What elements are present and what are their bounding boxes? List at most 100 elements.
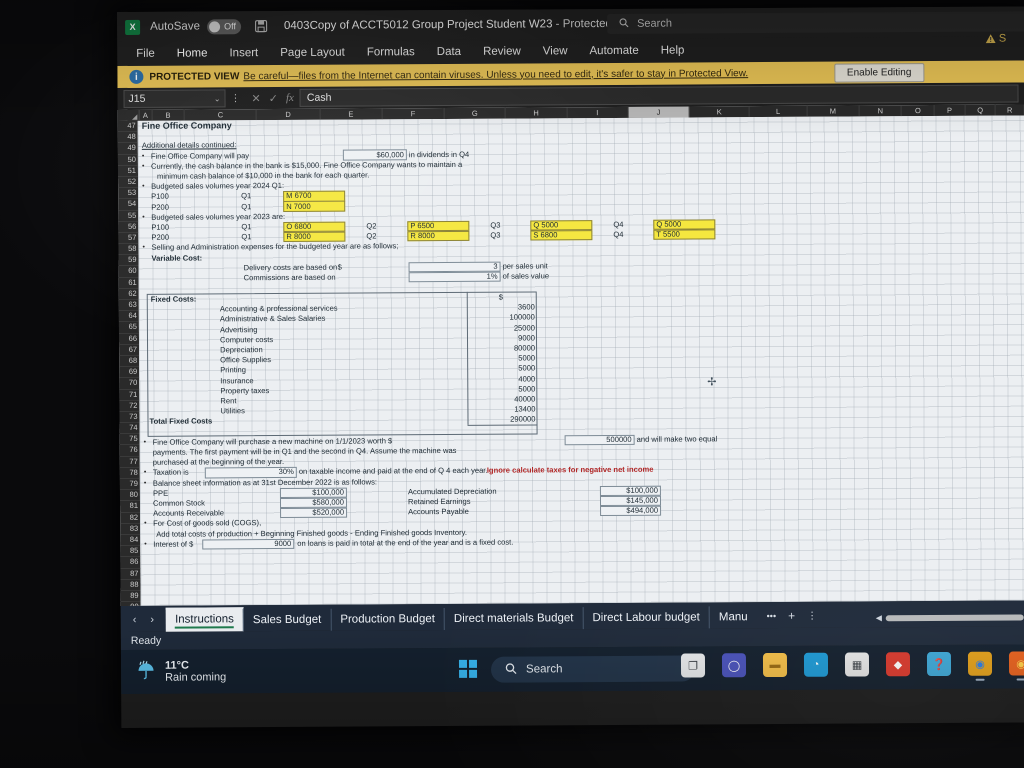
- enable-editing-button[interactable]: Enable Editing: [833, 63, 925, 83]
- ribbon-tab-help[interactable]: Help: [650, 38, 696, 62]
- row-header-75[interactable]: 75: [119, 434, 140, 446]
- column-header-A[interactable]: A: [139, 109, 153, 121]
- column-header-J[interactable]: J: [628, 106, 690, 118]
- file-explorer-icon[interactable]: ▬: [762, 652, 788, 678]
- ribbon-tab-data[interactable]: Data: [426, 40, 472, 64]
- column-header-R[interactable]: R: [995, 104, 1024, 116]
- sheet-prev-icon[interactable]: ‹: [133, 614, 137, 626]
- row-header-70[interactable]: 70: [119, 378, 140, 390]
- column-header-I[interactable]: I: [567, 106, 629, 119]
- row-header-85[interactable]: 85: [120, 545, 141, 558]
- row-header-74[interactable]: 74: [119, 422, 140, 435]
- scrollbar-thumb[interactable]: [885, 613, 1024, 621]
- row-header-82[interactable]: 82: [120, 512, 141, 524]
- confirm-icon[interactable]: ✓: [269, 92, 278, 105]
- sheet-tab-production-budget[interactable]: Production Budget: [331, 608, 445, 631]
- column-header-Q[interactable]: Q: [965, 104, 996, 116]
- name-box[interactable]: J15 ⌄: [123, 89, 226, 108]
- row-header-65[interactable]: 65: [118, 322, 139, 334]
- horizontal-scrollbar[interactable]: ◀: [876, 613, 1024, 622]
- formula-bar-kebab-icon[interactable]: ⋮: [230, 93, 240, 104]
- task-view-icon[interactable]: ❐: [680, 653, 706, 678]
- column-header-F[interactable]: F: [382, 108, 445, 120]
- ribbon-tab-home[interactable]: Home: [166, 41, 219, 65]
- row-header-48[interactable]: 48: [117, 132, 138, 144]
- sheet-tab-sales-budget[interactable]: Sales Budget: [243, 608, 332, 632]
- row-header-51[interactable]: 51: [117, 165, 139, 177]
- row-header-62[interactable]: 62: [118, 288, 139, 300]
- sheet-tab-more-icon[interactable]: ⋮: [807, 610, 817, 621]
- row-header-55[interactable]: 55: [118, 210, 139, 222]
- weather-widget[interactable]: 11°C Rain coming: [135, 658, 226, 686]
- sheet-tab-instructions[interactable]: Instructions: [165, 607, 244, 632]
- ribbon-tab-review[interactable]: Review: [472, 39, 532, 63]
- ribbon-tab-page-layout[interactable]: Page Layout: [269, 41, 356, 66]
- column-header-K[interactable]: K: [689, 106, 750, 118]
- firefox-icon[interactable]: ◉: [1008, 651, 1024, 681]
- column-header-H[interactable]: H: [505, 107, 568, 119]
- row-header-50[interactable]: 50: [117, 154, 138, 166]
- column-header-L[interactable]: L: [749, 105, 808, 118]
- autosave-toggle[interactable]: Off: [206, 18, 242, 34]
- row-header-88[interactable]: 88: [120, 579, 141, 591]
- row-header-83[interactable]: 83: [120, 523, 141, 535]
- column-header-O[interactable]: O: [902, 105, 935, 117]
- cancel-icon[interactable]: ✕: [251, 92, 260, 105]
- row-header-66[interactable]: 66: [118, 333, 140, 345]
- column-header-M[interactable]: M: [807, 105, 860, 117]
- row-header-68[interactable]: 68: [119, 355, 140, 368]
- column-header-N[interactable]: N: [859, 105, 903, 117]
- warning-triangle-icon[interactable]: S: [985, 33, 1006, 45]
- row-header-63[interactable]: 63: [118, 299, 139, 312]
- row-header-56[interactable]: 56: [118, 221, 139, 233]
- column-header-E[interactable]: E: [320, 108, 383, 120]
- row-header-53[interactable]: 53: [118, 187, 139, 200]
- ribbon-tab-insert[interactable]: Insert: [218, 41, 269, 65]
- ribbon-search-input[interactable]: Search: [607, 11, 1024, 35]
- row-header-47[interactable]: 47: [117, 120, 138, 133]
- row-header-77[interactable]: 77: [119, 456, 140, 468]
- row-header-57[interactable]: 57: [118, 232, 139, 245]
- ribbon-tab-formulas[interactable]: Formulas: [356, 40, 426, 64]
- column-header-B[interactable]: B: [152, 109, 185, 121]
- sheet-tab-manu[interactable]: Manu: [710, 606, 757, 628]
- row-header-71[interactable]: 71: [119, 389, 140, 401]
- row-header-89[interactable]: 89: [120, 590, 141, 603]
- select-all-corner[interactable]: ◢: [117, 109, 140, 121]
- row-header-54[interactable]: 54: [118, 199, 139, 211]
- row-header-61[interactable]: 61: [118, 277, 139, 289]
- scroll-left-icon[interactable]: ◀: [876, 613, 882, 622]
- row-header-64[interactable]: 64: [118, 311, 139, 323]
- sheet-tab-direct-materials-budget[interactable]: Direct materials Budget: [444, 607, 584, 631]
- store-icon[interactable]: ▦: [844, 652, 870, 677]
- row-header-81[interactable]: 81: [119, 501, 141, 513]
- add-sheet-button[interactable]: +: [788, 609, 795, 623]
- row-header-52[interactable]: 52: [118, 176, 139, 189]
- row-header-76[interactable]: 76: [119, 445, 140, 457]
- insert-function-icon[interactable]: fx: [286, 92, 294, 104]
- save-icon[interactable]: [254, 19, 268, 33]
- help-globe-icon[interactable]: ❓: [926, 651, 952, 677]
- column-header-D[interactable]: D: [256, 108, 321, 121]
- ribbon-tab-automate[interactable]: Automate: [578, 39, 649, 63]
- column-header-G[interactable]: G: [444, 107, 506, 120]
- sheet-tab-overflow-icon[interactable]: •••: [767, 611, 777, 621]
- row-header-59[interactable]: 59: [118, 255, 139, 267]
- teams-icon[interactable]: ◯: [721, 653, 747, 678]
- row-header-86[interactable]: 86: [120, 557, 141, 569]
- chrome-icon[interactable]: ◉: [967, 651, 993, 681]
- ribbon-tab-file[interactable]: File: [125, 42, 166, 66]
- document-title[interactable]: 0403Copy of ACCT5012 Group Project Stude…: [284, 18, 622, 32]
- windows-start-icon[interactable]: [458, 659, 478, 678]
- formula-input[interactable]: Cash: [299, 84, 1019, 107]
- sheet-tab-direct-labour-budget[interactable]: Direct Labour budget: [583, 606, 710, 630]
- row-header-80[interactable]: 80: [119, 490, 140, 502]
- row-header-73[interactable]: 73: [119, 411, 140, 424]
- row-header-87[interactable]: 87: [120, 568, 141, 580]
- column-header-C[interactable]: C: [184, 109, 258, 121]
- column-header-P[interactable]: P: [934, 104, 966, 117]
- row-header-84[interactable]: 84: [120, 534, 141, 547]
- worksheet-cells[interactable]: Fine Office Company Additional details c…: [137, 115, 1024, 606]
- row-header-67[interactable]: 67: [119, 344, 140, 356]
- edge-icon[interactable]: ◔: [803, 652, 829, 677]
